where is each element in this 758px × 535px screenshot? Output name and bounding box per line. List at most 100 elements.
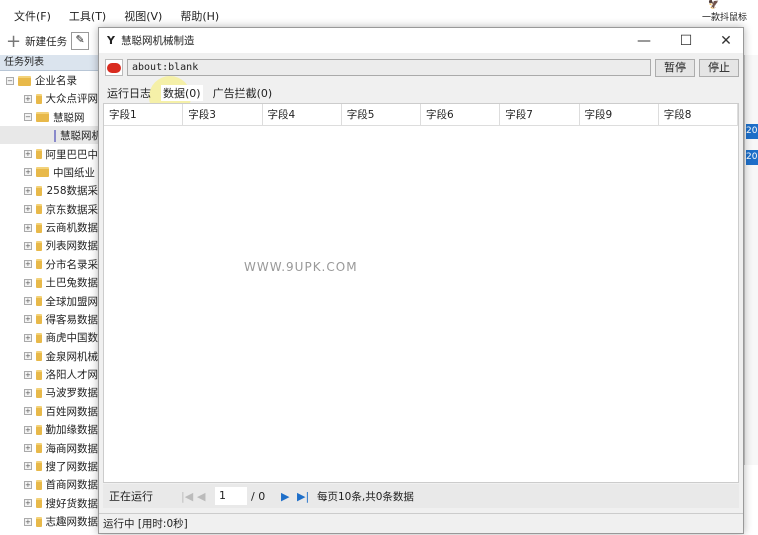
- tree-item[interactable]: + 商虎中国数: [24, 329, 98, 346]
- tree-item[interactable]: 慧聪网机械: [54, 127, 98, 144]
- title-bar: Y 慧聪网机械制造 — ☐ ✕: [99, 28, 743, 53]
- tree-item[interactable]: − 慧聪网: [24, 109, 98, 126]
- next-page-icon[interactable]: ▶: [281, 490, 297, 503]
- maximize-button[interactable]: ☐: [671, 31, 701, 51]
- tree-item[interactable]: + 志趣网数据: [24, 513, 98, 530]
- tree-item[interactable]: − 企业名录: [6, 72, 98, 89]
- column-header[interactable]: 字段4: [263, 104, 342, 125]
- tree-item[interactable]: + 勤加缘数据: [24, 421, 98, 438]
- tree-item[interactable]: + 洛阳人才网: [24, 366, 98, 383]
- folder-icon: [35, 369, 42, 380]
- tree-item[interactable]: + 首商网数据: [24, 476, 98, 493]
- tree-item[interactable]: + 海商网数据: [24, 440, 98, 457]
- expand-toggle-icon[interactable]: −: [6, 76, 14, 85]
- column-header[interactable]: 字段9: [580, 104, 659, 125]
- stop-sign-icon[interactable]: [105, 59, 123, 76]
- folder-icon: [35, 204, 42, 215]
- watermark: WWW.9UPK.COM: [244, 260, 358, 274]
- page-input[interactable]: 1: [215, 487, 247, 505]
- tree-item[interactable]: + 搜了网数据: [24, 458, 98, 475]
- expand-toggle-icon[interactable]: +: [24, 241, 32, 250]
- tree-item[interactable]: + 得客易数据: [24, 311, 98, 328]
- expand-toggle-icon[interactable]: +: [24, 186, 32, 195]
- folder-icon: [35, 516, 42, 527]
- folder-icon: [35, 479, 42, 490]
- tree-item-label: 海商网数据: [45, 442, 99, 455]
- expand-toggle-icon[interactable]: +: [24, 407, 32, 416]
- prev-page-icon[interactable]: ◀: [197, 490, 215, 503]
- tree-item[interactable]: + 中国纸业: [24, 164, 98, 181]
- tree-item[interactable]: + 搜好货数据: [24, 495, 98, 512]
- menu-help[interactable]: 帮助(H): [180, 8, 219, 24]
- expand-toggle-icon[interactable]: +: [24, 94, 32, 103]
- expand-toggle-icon[interactable]: +: [24, 352, 32, 361]
- stop-button[interactable]: 停止: [699, 59, 739, 77]
- run-status: 正在运行: [109, 490, 153, 503]
- expand-toggle-icon[interactable]: +: [24, 260, 32, 269]
- folder-icon: [35, 277, 42, 288]
- url-field[interactable]: about:blank: [127, 59, 651, 76]
- tree-item[interactable]: + 马波罗数据: [24, 384, 98, 401]
- expand-toggle-icon[interactable]: +: [24, 205, 32, 214]
- expand-toggle-icon[interactable]: +: [24, 278, 32, 287]
- expand-toggle-icon[interactable]: +: [24, 333, 32, 342]
- tree-item-label: 列表网数据: [45, 240, 99, 253]
- column-header[interactable]: 字段6: [421, 104, 501, 125]
- tree-item[interactable]: + 金泉网机械: [24, 348, 98, 365]
- expand-toggle-icon[interactable]: +: [24, 223, 32, 232]
- expand-toggle-icon[interactable]: +: [24, 462, 32, 471]
- column-header[interactable]: 字段8: [659, 104, 738, 125]
- tree-item[interactable]: + 大众点评网: [24, 90, 98, 107]
- pause-button[interactable]: 暂停: [655, 59, 695, 77]
- tree-item[interactable]: + 京东数据采: [24, 201, 98, 218]
- expand-toggle-icon[interactable]: +: [24, 425, 32, 434]
- first-page-icon[interactable]: |◀: [181, 490, 197, 503]
- expand-toggle-icon[interactable]: +: [24, 297, 32, 305]
- expand-toggle-icon[interactable]: +: [24, 168, 32, 177]
- plus-icon: +: [6, 30, 22, 52]
- tab-data[interactable]: 数据(0): [161, 85, 203, 101]
- tab-run-log[interactable]: 运行日志: [105, 85, 153, 101]
- expand-toggle-icon[interactable]: +: [24, 499, 32, 508]
- tree-item-label: 搜好货数据: [45, 497, 99, 510]
- column-header[interactable]: 字段1: [104, 104, 184, 125]
- tree-item[interactable]: +258数据采: [24, 182, 98, 199]
- column-header[interactable]: 字段7: [500, 104, 580, 125]
- expand-toggle-icon[interactable]: +: [24, 315, 32, 324]
- edit-icon[interactable]: ✎: [71, 32, 90, 50]
- tree-item-label: 阿里巴巴中: [45, 148, 99, 161]
- expand-toggle-icon[interactable]: +: [24, 480, 32, 489]
- folder-icon: [35, 406, 42, 417]
- expand-toggle-icon[interactable]: +: [24, 150, 32, 158]
- expand-toggle-icon[interactable]: +: [24, 517, 32, 526]
- column-header[interactable]: 字段5: [342, 104, 421, 125]
- menu-file[interactable]: 文件(F): [14, 8, 51, 24]
- minimize-button[interactable]: —: [629, 31, 659, 51]
- expand-toggle-icon[interactable]: +: [24, 388, 32, 397]
- tree-item[interactable]: + 分市名录采: [24, 256, 98, 273]
- menu-tools[interactable]: 工具(T): [69, 8, 106, 24]
- tree-item[interactable]: + 全球加盟网: [24, 293, 98, 310]
- tree-item[interactable]: + 土巴兔数据: [24, 274, 98, 291]
- column-header[interactable]: 字段3: [183, 104, 263, 125]
- tree-item-label: 分市名录采: [45, 258, 99, 271]
- expand-toggle-icon[interactable]: −: [24, 113, 32, 122]
- menu-view[interactable]: 视图(V): [124, 8, 162, 24]
- last-page-icon[interactable]: ▶|: [297, 490, 317, 503]
- new-task-button[interactable]: 新建任务: [25, 34, 67, 49]
- tree-item[interactable]: + 列表网数据: [24, 237, 98, 254]
- expand-toggle-icon[interactable]: +: [24, 370, 32, 379]
- tab-ad-block[interactable]: 广告拦截(0): [211, 85, 275, 101]
- folder-icon: [35, 222, 42, 233]
- tree-item[interactable]: + 阿里巴巴中: [24, 146, 98, 163]
- close-button[interactable]: ✕: [711, 31, 741, 51]
- tab-bar: 运行日志 数据(0) 广告拦截(0): [105, 85, 274, 101]
- expand-toggle-icon[interactable]: +: [24, 444, 32, 452]
- folder-icon: [35, 461, 42, 472]
- tree-item[interactable]: + 云商机数据: [24, 219, 98, 236]
- tree-item-label: 慧聪网机械: [60, 130, 98, 143]
- tree-item[interactable]: + 百姓网数据: [24, 403, 98, 420]
- tree-item-label: 京东数据采: [45, 203, 99, 216]
- folder-icon: [35, 296, 42, 306]
- folder-icon: [18, 75, 31, 86]
